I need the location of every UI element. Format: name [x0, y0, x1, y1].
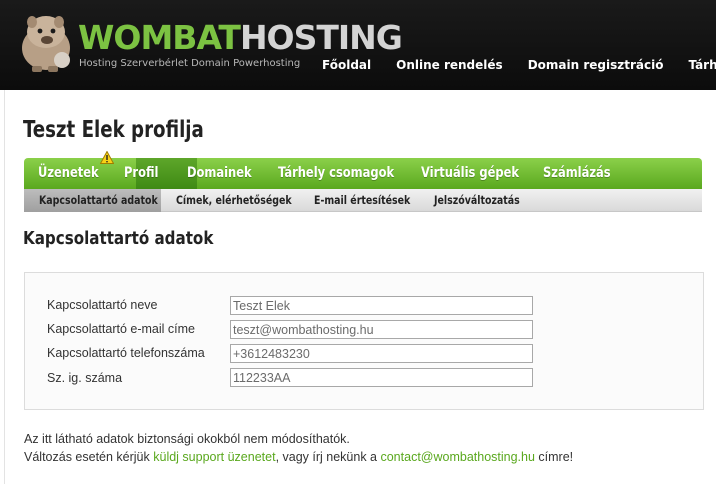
contact-email-field[interactable]: [230, 320, 533, 339]
site-header: WOMBATHOSTING Hosting Szerverbérlet Doma…: [0, 0, 716, 90]
tab-hosting-packages[interactable]: Tárhely csomagok: [278, 158, 394, 189]
logo-wordmark[interactable]: WOMBATHOSTING: [78, 18, 403, 58]
read-only-notice: Az itt látható adatok biztonsági okokból…: [24, 432, 350, 446]
page-title: Teszt Elek profilja: [23, 117, 204, 143]
contact-phone-label: Kapcsolattartó telefonszáma: [47, 346, 205, 360]
nav-domain-registration[interactable]: Domain regisztráció: [528, 58, 664, 72]
tab-billing[interactable]: Számlázás: [543, 158, 611, 189]
notice-middle: , vagy írj nekünk a: [275, 450, 381, 464]
contact-email-label: Kapcsolattartó e-mail címe: [47, 322, 195, 336]
contact-name-label: Kapcsolattartó neve: [47, 298, 158, 312]
subtab-password-change[interactable]: Jelszóváltozatás: [434, 189, 520, 212]
wombat-mascot-icon[interactable]: [18, 10, 76, 76]
subtab-addresses[interactable]: Címek, elérhetőségek: [176, 189, 292, 212]
logo-word-hosting: HOSTING: [239, 18, 403, 57]
tab-messages[interactable]: Üzenetek: [38, 158, 99, 189]
contact-name-field[interactable]: [230, 296, 533, 315]
tab-profile[interactable]: Profil: [124, 158, 158, 189]
nav-online-order[interactable]: Online rendelés: [396, 58, 503, 72]
support-message-link[interactable]: küldj support üzenetet: [153, 450, 275, 464]
top-nav: Főoldal Online rendelés Domain regisztrá…: [322, 58, 716, 72]
contact-email-link[interactable]: contact@wombathosting.hu: [380, 450, 534, 464]
nav-home[interactable]: Főoldal: [322, 58, 371, 72]
change-request-notice: Változás esetén kérjük küldj support üze…: [24, 450, 573, 464]
logo-word-wombat: WOMBAT: [78, 18, 241, 57]
sub-tabs: Kapcsolattartó adatok Címek, elérhetőség…: [24, 189, 702, 212]
contact-phone-field[interactable]: [230, 344, 533, 363]
notice-prefix: Változás esetén kérjük: [24, 450, 154, 464]
section-title: Kapcsolattartó adatok: [23, 228, 214, 249]
notice-suffix: címre!: [534, 450, 574, 464]
subtab-contact-details[interactable]: Kapcsolattartó adatok: [39, 189, 158, 212]
id-number-label: Sz. ig. száma: [47, 371, 123, 385]
tab-domains[interactable]: Domainek: [187, 158, 252, 189]
id-number-field[interactable]: [230, 368, 533, 387]
subtab-email-notifications[interactable]: E-mail értesítések: [314, 189, 410, 212]
nav-hosting-packages[interactable]: Tárhely cso: [688, 58, 716, 72]
warning-icon: [100, 151, 114, 164]
tab-virtual-machines[interactable]: Virtuális gépek: [421, 158, 519, 189]
contact-form-panel: [24, 272, 704, 410]
main-tabs: Üzenetek Profil Domainek Tárhely csomago…: [24, 158, 702, 189]
logo-tagline: Hosting Szerverbérlet Domain Powerhostin…: [79, 58, 301, 69]
